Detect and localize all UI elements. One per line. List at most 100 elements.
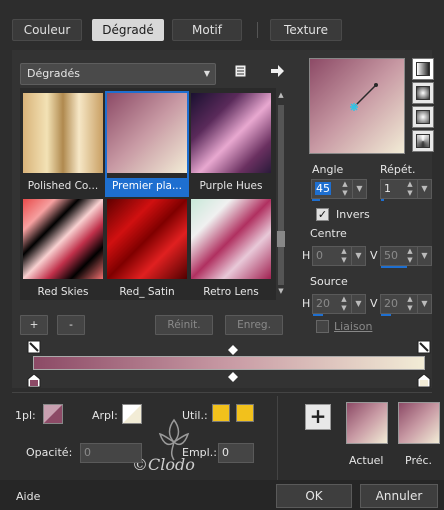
center-h-label: H [302, 249, 311, 262]
source-h-spinbox[interactable]: 20 ▲ ▼ ▼ [312, 294, 366, 316]
gradient-label-selected: Premier pla... [106, 178, 188, 195]
gradient-thumb-polished[interactable] [23, 93, 103, 173]
chevron-down-icon[interactable]: ▼ [351, 247, 365, 265]
opacity-spinbox[interactable]: 0 [80, 443, 142, 463]
invert-label: Invers [336, 208, 370, 221]
gradient-thumb-red-satin[interactable] [107, 199, 187, 279]
reset-button[interactable]: Réinit. [155, 315, 213, 335]
gradient-thumb-premier-plan[interactable] [107, 93, 187, 173]
repeat-value[interactable]: 1 [384, 182, 391, 195]
gradient-label: Red_ Satin [119, 286, 175, 298]
gradient-editor [20, 340, 436, 388]
angle-label: Angle [312, 163, 344, 176]
opacity-value[interactable]: 0 [84, 446, 91, 459]
stop-marker-top-left-icon[interactable] [27, 340, 41, 354]
source-v-label: V [370, 297, 378, 310]
angle-spinbox[interactable]: 45 ▲ ▼ ▼ [311, 179, 367, 201]
spin-updown-icon[interactable]: ▲ ▼ [405, 295, 415, 313]
previous-swatch[interactable] [398, 402, 440, 444]
cancel-button[interactable]: Annuler [360, 484, 438, 508]
source-label: Source [310, 275, 348, 288]
angle-handle-icon[interactable] [310, 59, 404, 153]
section-divider [12, 392, 432, 393]
center-v-slider-bar [381, 266, 407, 268]
scrollbar-thumb[interactable] [277, 231, 285, 247]
center-v-value[interactable]: 50 [384, 249, 398, 262]
current-swatch[interactable] [346, 402, 388, 444]
current-label: Actuel [349, 454, 384, 467]
tab-degrade[interactable]: Dégradé [92, 19, 164, 41]
style-rectangular-button[interactable] [412, 82, 434, 104]
chevron-down-icon: ▼ [203, 69, 210, 78]
link-label: Liaison [334, 320, 373, 333]
gradient-category-dropdown[interactable]: Dégradés ▼ [20, 63, 216, 85]
gradient-label: Polished Co... [27, 180, 99, 192]
center-h-spinbox[interactable]: 0 ▲ ▼ ▼ [312, 246, 366, 266]
gradient-style-buttons [411, 58, 435, 154]
background-label: Arpl: [92, 409, 118, 422]
source-v-slider-bar [381, 314, 391, 316]
remove-gradient-button[interactable]: - [57, 315, 85, 335]
spin-updown-icon[interactable]: ▲ ▼ [339, 295, 349, 313]
tab-motif[interactable]: Motif [172, 19, 242, 41]
repeat-spinbox[interactable]: 1 ▲ ▼ ▼ [380, 179, 432, 201]
color-stop-left-icon[interactable] [27, 374, 41, 388]
location-spinbox[interactable]: 0 [218, 443, 254, 463]
chevron-down-icon[interactable]: ▼ [417, 247, 431, 265]
chevron-down-icon[interactable]: ▼ [352, 180, 366, 198]
gradient-label: Retro Lens [203, 286, 259, 298]
foreground-swatch[interactable] [43, 404, 63, 424]
scrollbar-track [278, 105, 284, 285]
spin-updown-icon[interactable]: ▲ ▼ [405, 247, 415, 265]
util-color-swatch-2[interactable] [236, 404, 254, 422]
gradient-preview[interactable] [309, 58, 405, 154]
add-to-swatches-button[interactable]: + [305, 404, 331, 430]
style-sunburst-button[interactable] [412, 106, 434, 128]
source-v-spinbox[interactable]: 20 ▲ ▼ ▼ [380, 294, 432, 316]
angle-value[interactable]: 45 [315, 182, 331, 195]
scroll-down-icon[interactable]: ▼ [277, 287, 285, 297]
tab-texture[interactable]: Texture [270, 19, 342, 41]
midpoint-marker-icon[interactable] [228, 345, 238, 355]
chevron-down-icon[interactable]: ▼ [417, 180, 431, 198]
tab-divider [257, 22, 258, 38]
gradient-thumb-red-skies[interactable] [23, 199, 103, 279]
foreground-label: 1pl: [15, 409, 36, 422]
spin-updown-icon[interactable]: ▲ ▼ [405, 180, 415, 198]
gradient-thumb-retro-lens[interactable] [191, 199, 271, 279]
help-button[interactable]: Aide [16, 490, 40, 503]
center-v-spinbox[interactable]: 50 ▲ ▼ ▼ [380, 246, 432, 268]
source-h-value[interactable]: 20 [316, 297, 330, 310]
opacity-label: Opacité: [26, 446, 73, 459]
scroll-up-icon[interactable]: ▲ [277, 91, 285, 101]
stop-marker-top-right-icon[interactable] [417, 340, 431, 354]
gradient-thumb-purple-hues[interactable] [191, 93, 271, 173]
thumbnail-scrollbar[interactable]: ▲ ▼ [276, 91, 286, 297]
style-radial-button[interactable] [412, 130, 434, 152]
color-stop-right-icon[interactable] [417, 374, 431, 388]
source-h-slider-bar [313, 314, 323, 316]
gradient-label: Red Skies [37, 286, 89, 298]
tab-couleur[interactable]: Couleur [12, 19, 82, 41]
vertical-divider [277, 396, 278, 480]
chevron-down-icon[interactable]: ▼ [351, 295, 365, 313]
style-linear-button[interactable] [412, 58, 434, 80]
spin-updown-icon[interactable]: ▲ ▼ [340, 180, 350, 198]
source-v-value[interactable]: 20 [384, 297, 398, 310]
library-menu-icon[interactable] [233, 63, 249, 79]
gradient-category-value: Dégradés [27, 67, 80, 80]
center-h-value[interactable]: 0 [316, 249, 323, 262]
gradient-bar[interactable] [33, 356, 425, 370]
arrow-right-icon[interactable] [269, 63, 285, 79]
repeat-label: Répét. [380, 163, 416, 176]
location-value[interactable]: 0 [222, 446, 229, 459]
save-button[interactable]: Enreg. [225, 315, 283, 335]
link-checkbox[interactable] [316, 320, 329, 333]
previous-label: Préc. [405, 454, 433, 467]
chevron-down-icon[interactable]: ▼ [417, 295, 431, 313]
midpoint-marker-icon[interactable] [228, 372, 238, 382]
spin-updown-icon[interactable]: ▲ ▼ [339, 247, 349, 265]
add-gradient-button[interactable]: + [20, 315, 48, 335]
invert-checkbox[interactable]: ✓ [316, 208, 329, 221]
ok-button[interactable]: OK [276, 484, 352, 508]
